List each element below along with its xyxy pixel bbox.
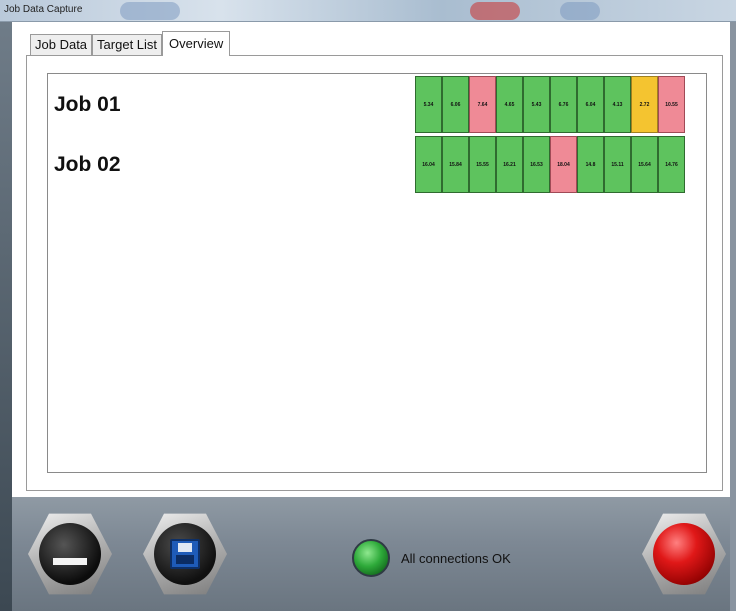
tab-overview[interactable]: Overview [162, 31, 231, 56]
result-cell: 16.04 [415, 136, 442, 193]
stop-button[interactable] [642, 513, 726, 595]
title-bar: Job Data Capture [0, 0, 736, 22]
result-cell: 2.72 [631, 76, 658, 133]
tab-target-list[interactable]: Target List [92, 34, 163, 56]
save-button[interactable] [143, 513, 227, 595]
bottom-toolbar: All connections OK [12, 497, 730, 611]
result-cell: 5.43 [523, 76, 550, 133]
result-cell: 14.8 [577, 136, 604, 193]
result-cell: 5.34 [415, 76, 442, 133]
window-right-edge [730, 22, 736, 611]
result-cell: 6.76 [550, 76, 577, 133]
result-cell: 15.55 [469, 136, 496, 193]
tab-strip: Job Data Target List Overview [30, 31, 231, 56]
floppy-disk-icon [170, 539, 200, 569]
main-content: Job Data Target List Overview Job 01 5.3… [12, 22, 730, 497]
window-left-edge [0, 22, 12, 611]
job-label: Job 02 [54, 153, 121, 176]
tab-job-data[interactable]: Job Data [30, 34, 93, 56]
result-cell: 4.13 [604, 76, 631, 133]
result-cell: 6.04 [577, 76, 604, 133]
window-title: Job Data Capture [4, 4, 83, 15]
job-02-results: 16.04 15.84 15.55 16.21 16.53 18.04 14.8 15.11 1… [415, 136, 685, 193]
result-cell: 15.11 [604, 136, 631, 193]
result-cell: 16.21 [496, 136, 523, 193]
result-cell: 7.64 [469, 76, 496, 133]
eject-button[interactable] [28, 513, 112, 595]
result-cell: 6.06 [442, 76, 469, 133]
result-cell: 15.84 [442, 136, 469, 193]
result-cell: 16.53 [523, 136, 550, 193]
connection-status-text: All connections OK [401, 551, 511, 566]
titlebar-decoration [120, 2, 180, 20]
red-stop-icon [653, 523, 715, 585]
result-cell: 4.65 [496, 76, 523, 133]
titlebar-decoration [560, 2, 600, 20]
job-01-results: 5.34 6.06 7.64 4.65 5.43 6.76 6.04 4.13 2.72 10.5… [415, 76, 685, 133]
overview-area: Job 01 5.34 6.06 7.64 4.65 5.43 6.76 6.04 4.13 2… [47, 73, 707, 473]
job-label: Job 01 [54, 93, 121, 116]
result-cell: 14.76 [658, 136, 685, 193]
tab-panel-overview: Job 01 5.34 6.06 7.64 4.65 5.43 6.76 6.04 4.13 2… [26, 55, 723, 491]
result-cell: 18.04 [550, 136, 577, 193]
titlebar-decoration [470, 2, 520, 20]
result-cell: 15.64 [631, 136, 658, 193]
eject-icon [39, 523, 101, 585]
result-cell: 10.55 [658, 76, 685, 133]
status-led-icon [352, 539, 390, 577]
